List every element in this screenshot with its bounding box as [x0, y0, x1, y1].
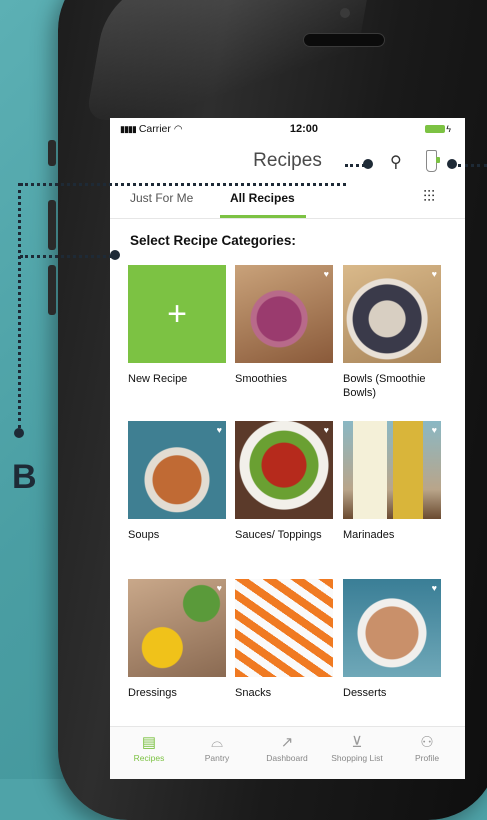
nav-profile[interactable]: ⚇ Profile: [392, 733, 462, 763]
annotation-dot-categories: [110, 250, 120, 260]
category-label: Sauces/ Toppings: [235, 529, 322, 541]
user-icon: ⚇: [420, 734, 434, 751]
annotation-line: [18, 183, 21, 428]
category-label: Snacks: [235, 687, 272, 699]
favorite-heart-icon[interactable]: ♥: [432, 269, 437, 279]
marinades-image: ♥: [343, 421, 441, 519]
nav-pantry[interactable]: ⌓ Pantry: [182, 733, 252, 763]
volume-down-button: [48, 265, 56, 315]
sauces-image: ♥: [235, 421, 333, 519]
favorite-heart-icon[interactable]: ♥: [324, 583, 329, 593]
category-card-dressings[interactable]: ♥ Dressings: [128, 579, 226, 700]
favorite-heart-icon[interactable]: ♥: [324, 269, 329, 279]
header: Recipes ⚲: [110, 140, 465, 182]
category-label: Dressings: [128, 687, 177, 699]
annotation-label-b: B: [12, 458, 37, 496]
category-label: New Recipe: [128, 373, 188, 385]
annotation-dot-blender: [447, 159, 457, 169]
status-bar: ▮▮▮▮ Carrier ◠ 12:00 ϟ: [110, 118, 465, 140]
tab-just-for-me[interactable]: Just For Me: [130, 191, 193, 205]
plus-icon: +: [167, 295, 187, 333]
front-camera: [340, 8, 350, 18]
category-card-new-recipe[interactable]: + New Recipe: [128, 265, 226, 386]
signal-icon: ▮▮▮▮: [120, 123, 137, 134]
active-tab-indicator: [220, 215, 306, 218]
category-label: Marinades: [343, 529, 395, 541]
nav-shopping-list[interactable]: ⊻ Shopping List: [322, 733, 392, 763]
category-label: Desserts: [343, 687, 387, 699]
recipes-icon: ▤: [141, 734, 157, 751]
chart-icon: ↗: [280, 734, 294, 751]
category-label: Bowls (Smoothie Bowls): [343, 373, 426, 399]
annotation-dot-b: [14, 428, 24, 438]
app-screen: ▮▮▮▮ Carrier ◠ 12:00 ϟ Recipes ⚲ Just Fo…: [110, 118, 465, 779]
category-card-desserts[interactable]: ♥ Desserts: [343, 579, 441, 700]
nav-dashboard[interactable]: ↗ Dashboard: [252, 733, 322, 763]
category-label: Soups: [128, 529, 160, 541]
carrier-label: Carrier: [138, 123, 171, 135]
wifi-icon: ◠: [173, 123, 183, 135]
favorite-heart-icon[interactable]: ♥: [324, 425, 329, 435]
status-time: 12:00: [289, 123, 318, 135]
soups-image: ♥: [128, 421, 226, 519]
annotation-dot-search: [363, 159, 373, 169]
annotation-line: [20, 255, 112, 258]
cloche-icon: ⌓: [211, 734, 223, 751]
battery-icon: ϟ: [425, 124, 451, 134]
snacks-image: ♥: [235, 579, 333, 677]
smoothies-image: ♥: [235, 265, 333, 363]
category-card-sauces[interactable]: ♥ Sauces/ Toppings: [235, 421, 333, 542]
blender-connect-icon[interactable]: [426, 150, 440, 172]
filter-sliders-icon[interactable]: ⫶⫶⫶: [423, 189, 435, 207]
volume-up-button: [48, 200, 56, 250]
cart-icon: ⊻: [351, 734, 363, 751]
dressings-image: ♥: [128, 579, 226, 677]
category-card-smoothies[interactable]: ♥ Smoothies: [235, 265, 333, 386]
tab-all-recipes[interactable]: All Recipes: [230, 191, 295, 205]
earpiece-speaker: [303, 33, 385, 47]
category-card-marinades[interactable]: ♥ Marinades: [343, 421, 441, 542]
new-recipe-tile: +: [128, 265, 226, 363]
tab-bar: Just For Me All Recipes ⫶⫶⫶: [110, 182, 465, 219]
category-card-bowls[interactable]: ♥ Bowls (Smoothie Bowls): [343, 265, 441, 400]
mute-switch: [48, 140, 56, 166]
category-card-soups[interactable]: ♥ Soups: [128, 421, 226, 542]
bottom-nav: ▤ Recipes ⌓ Pantry ↗ Dashboard ⊻ Shoppin…: [110, 726, 465, 779]
annotation-line: [345, 164, 365, 167]
favorite-heart-icon[interactable]: ♥: [217, 583, 222, 593]
favorite-heart-icon[interactable]: ♥: [217, 425, 222, 435]
favorite-heart-icon[interactable]: ♥: [432, 583, 437, 593]
category-label: Smoothies: [235, 373, 287, 385]
nav-recipes[interactable]: ▤ Recipes: [114, 733, 184, 763]
desserts-image: ♥: [343, 579, 441, 677]
page-title: Recipes: [253, 150, 322, 171]
bowls-image: ♥: [343, 265, 441, 363]
category-card-snacks[interactable]: ♥ Snacks: [235, 579, 333, 700]
annotation-line: [458, 164, 487, 167]
section-title: Select Recipe Categories:: [130, 233, 296, 248]
annotation-line: [20, 183, 346, 186]
favorite-heart-icon[interactable]: ♥: [432, 425, 437, 435]
search-icon[interactable]: ⚲: [390, 152, 402, 172]
